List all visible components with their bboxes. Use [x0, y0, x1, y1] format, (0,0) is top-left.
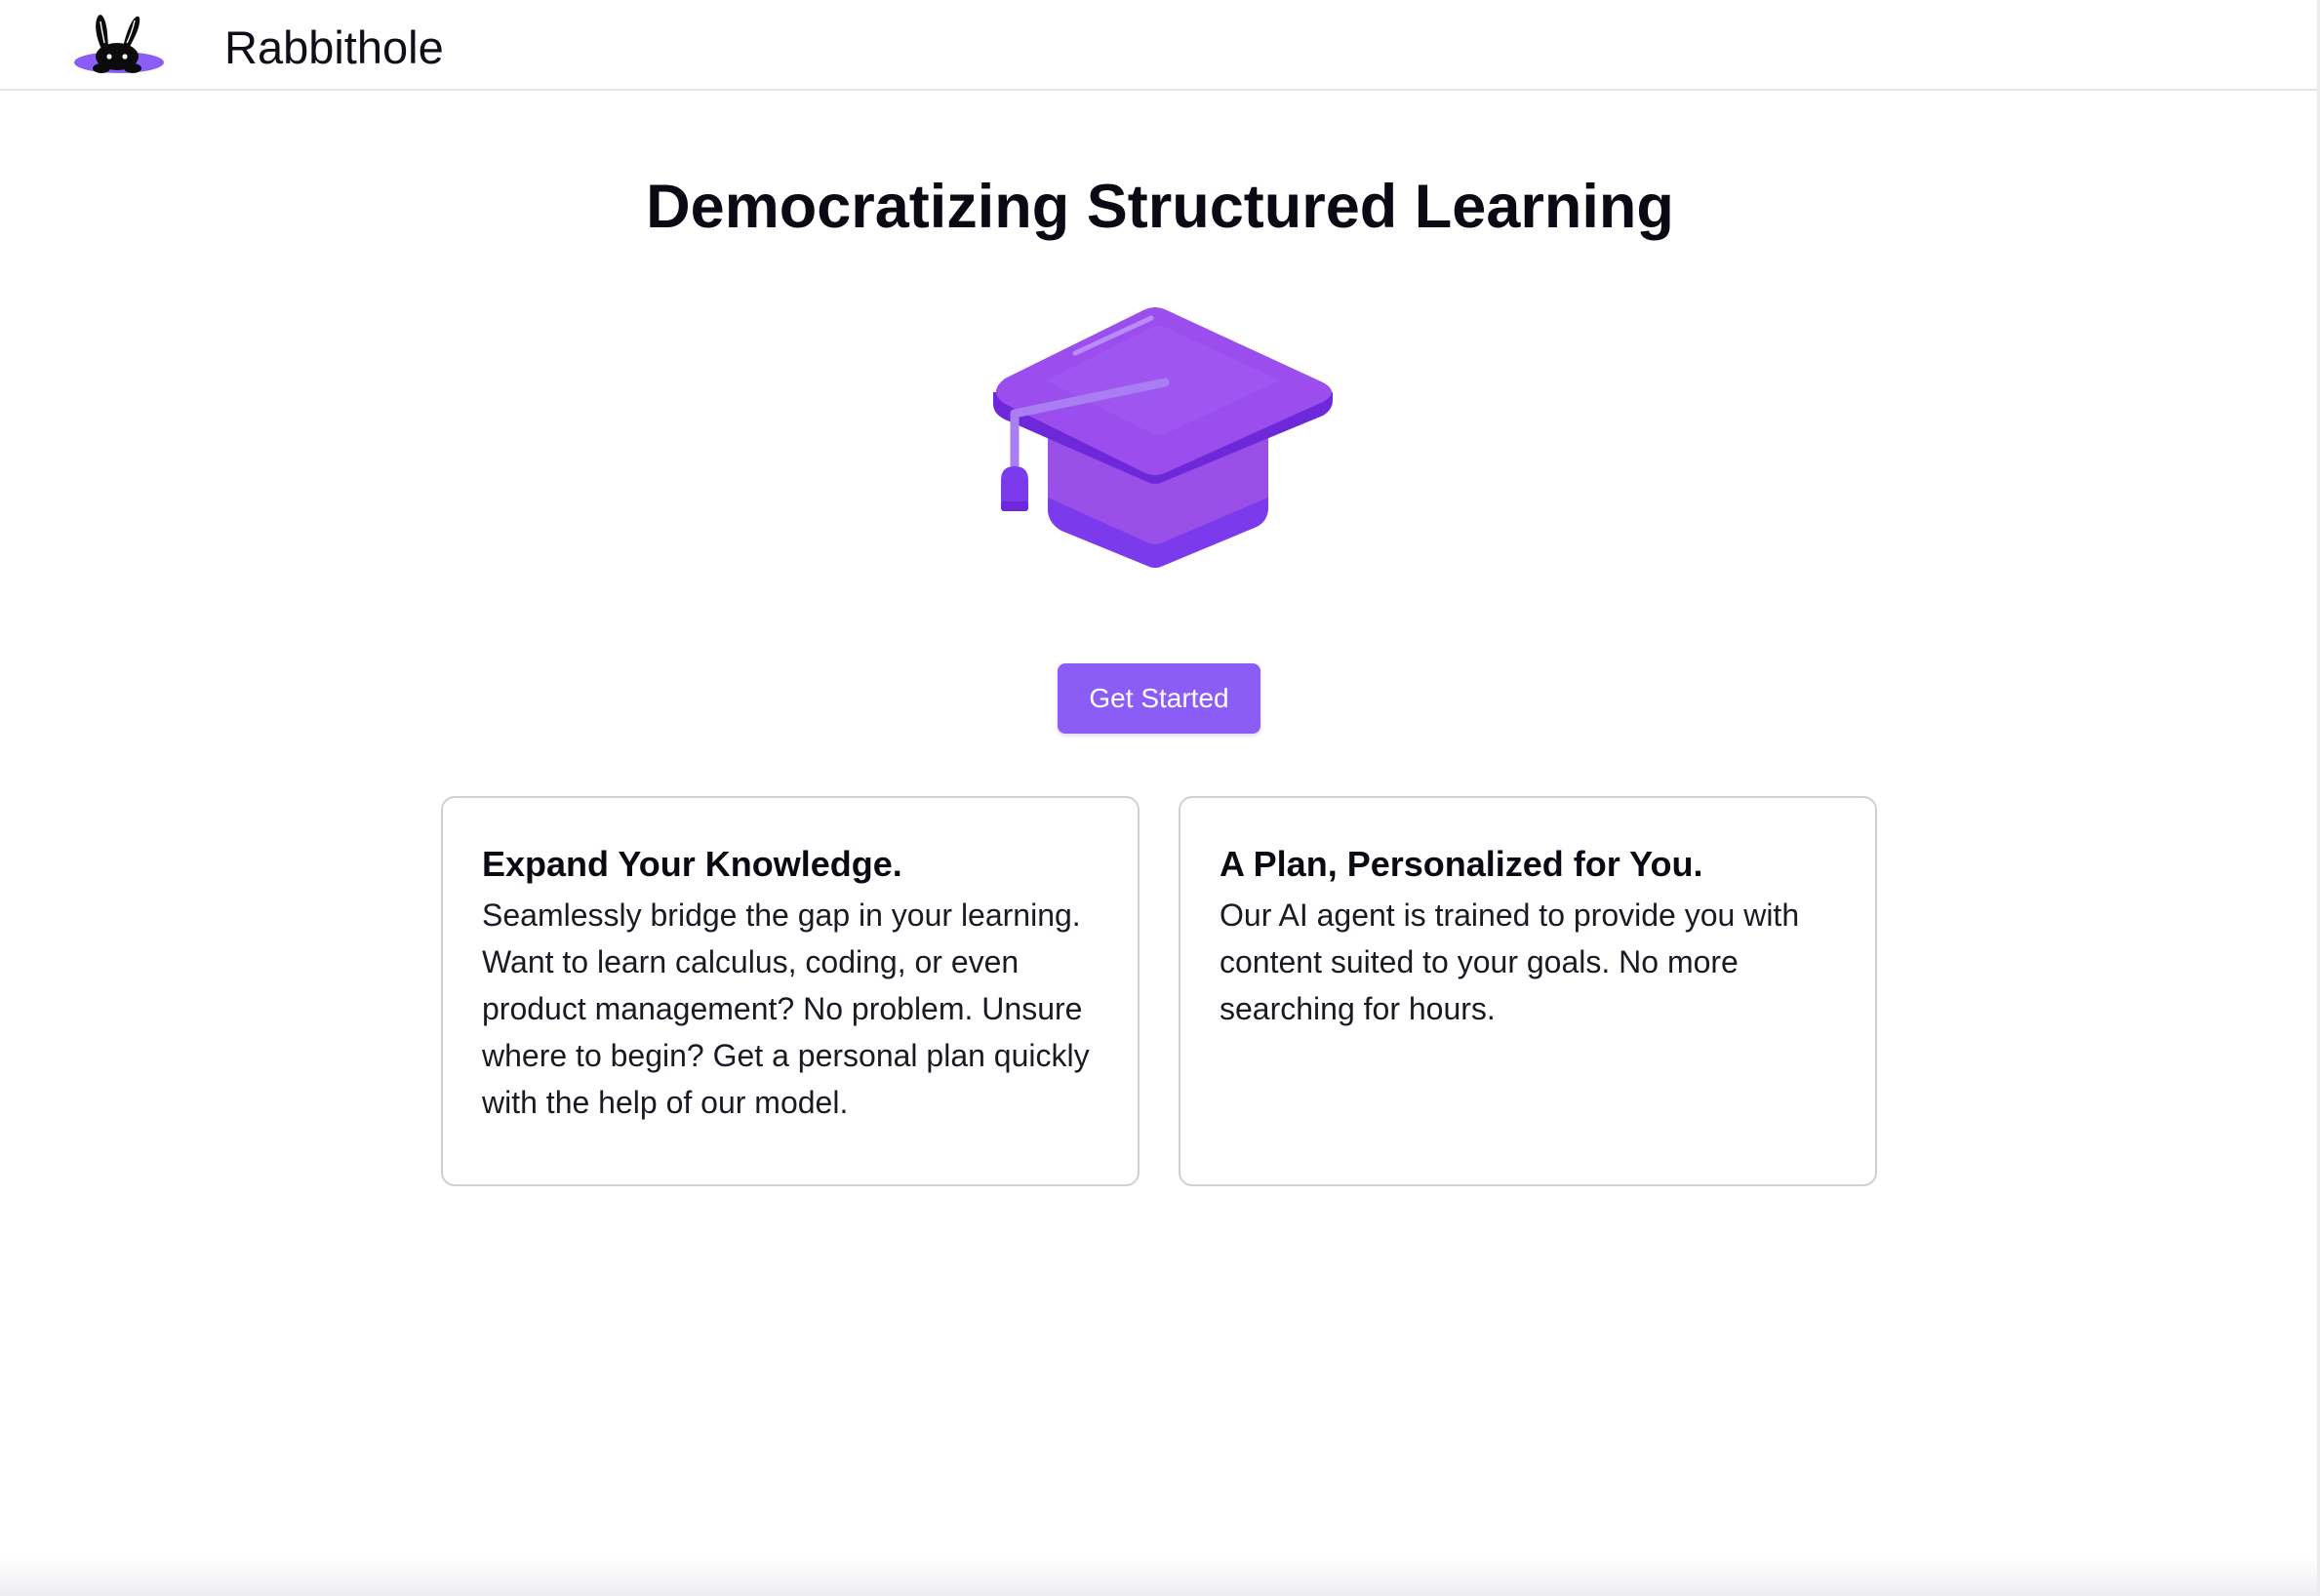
feature-card-title: A Plan, Personalized for You. [1220, 844, 1703, 884]
bottom-edge-shadow [0, 1557, 2320, 1596]
feature-card-expand-knowledge: Expand Your Knowledge. Seamlessly bridge… [441, 796, 1140, 1186]
page-title: Democratizing Structured Learning [646, 173, 1674, 241]
rabbit-in-hole-icon[interactable] [72, 12, 166, 78]
feature-card-body: Our AI agent is trained to provide you w… [1220, 898, 1800, 1026]
get-started-button[interactable]: Get Started [1058, 663, 1260, 734]
feature-card-body: Seamlessly bridge the gap in your learni… [482, 898, 1090, 1120]
top-navbar: Rabbithole [0, 0, 2320, 91]
graduation-cap-icon [993, 307, 1333, 568]
feature-card-title: Expand Your Knowledge. [482, 844, 902, 884]
brand-name[interactable]: Rabbithole [224, 19, 444, 77]
feature-card-personalized-plan: A Plan, Personalized for You. Our AI age… [1179, 796, 1877, 1186]
landing-page: Rabbithole Democratizing Structured Lear… [0, 0, 2320, 1596]
